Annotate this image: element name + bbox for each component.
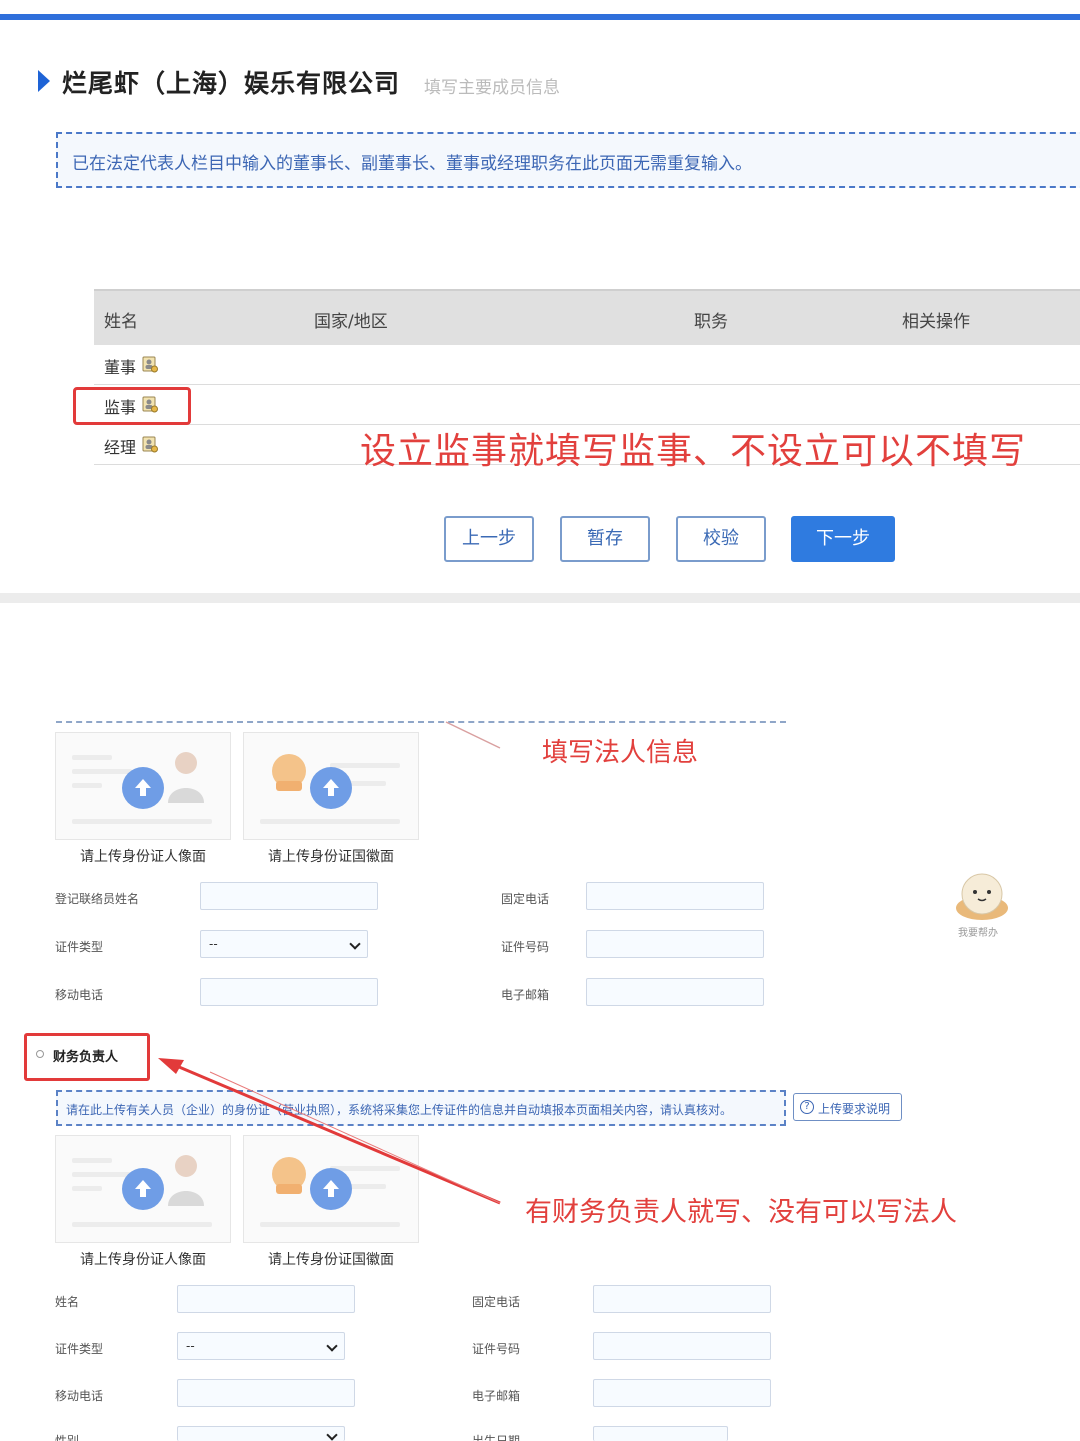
finance-section-title: 财务负责人 bbox=[53, 1050, 119, 1065]
finance-name-input[interactable] bbox=[177, 1285, 355, 1313]
arrow-head-icon bbox=[158, 1058, 184, 1074]
select-value: -- bbox=[186, 1339, 195, 1353]
notice-text: 已在法定代表人栏目中输入的董事长、副董事长、董事或经理职务在此页面无需重复输入。 bbox=[72, 154, 752, 174]
page-subtitle: 填写主要成员信息 bbox=[424, 78, 560, 98]
person-add-icon[interactable] bbox=[142, 355, 158, 373]
question-icon: ? bbox=[800, 1100, 814, 1114]
finance-id-no-label: 证件号码 bbox=[472, 1342, 521, 1356]
finance-id-no-input[interactable] bbox=[593, 1332, 771, 1360]
column-header-position: 职务 bbox=[694, 312, 728, 332]
finance-birth-label: 出生日期 bbox=[472, 1434, 521, 1441]
row-label: 经理 bbox=[104, 438, 137, 457]
top-accent-line bbox=[0, 14, 1080, 20]
contact-id-no-input[interactable] bbox=[586, 930, 764, 958]
column-header-country: 国家/地区 bbox=[314, 312, 388, 332]
finance-id-back-caption: 请上传身份证国徽面 bbox=[268, 1252, 394, 1268]
person-silhouette-icon bbox=[168, 752, 204, 803]
upload-icon[interactable] bbox=[310, 1168, 352, 1210]
prev-step-button[interactable]: 上一步 bbox=[444, 516, 534, 562]
finance-id-back-upload-card[interactable] bbox=[243, 1135, 419, 1243]
table-row-director[interactable]: 董事 bbox=[94, 345, 1080, 385]
upload-requirement-label: 上传要求说明 bbox=[818, 1102, 891, 1116]
contact-id-type-label: 证件类型 bbox=[55, 940, 104, 954]
contact-id-no-label: 证件号码 bbox=[501, 940, 550, 954]
contact-phone-input[interactable] bbox=[586, 882, 764, 910]
finance-id-front-caption: 请上传身份证人像面 bbox=[80, 1252, 206, 1268]
contact-phone-label: 固定电话 bbox=[501, 892, 550, 906]
chevron-down-icon bbox=[326, 1429, 338, 1441]
finance-id-front-upload-card[interactable] bbox=[55, 1135, 231, 1243]
supervisor-annotation: 设立监事就填写监事、不设立可以不填写 bbox=[360, 431, 1027, 472]
contact-name-label: 登记联络员姓名 bbox=[55, 892, 140, 906]
emblem-icon bbox=[272, 754, 306, 791]
person-silhouette-icon bbox=[168, 1155, 204, 1206]
mascot-icon bbox=[956, 873, 1008, 920]
finance-email-input[interactable] bbox=[593, 1379, 771, 1407]
top-bar bbox=[0, 0, 1080, 22]
table-header: 姓名 国家/地区 职务 相关操作 bbox=[94, 289, 1080, 345]
person-add-icon[interactable] bbox=[142, 435, 158, 453]
section-radio-icon bbox=[36, 1050, 44, 1058]
id-front-upload-card[interactable] bbox=[55, 732, 231, 840]
id-back-caption: 请上传身份证国徽面 bbox=[268, 849, 394, 865]
upload-icon[interactable] bbox=[310, 767, 352, 809]
upload-notice-text: 请在此上传有关人员（企业）的身份证（营业执照），系统将采集您上传证件的信息并自动… bbox=[66, 1103, 733, 1117]
finance-gender-label: 性别 bbox=[55, 1434, 80, 1441]
column-header-actions: 相关操作 bbox=[902, 312, 970, 332]
finance-mobile-label: 移动电话 bbox=[55, 1389, 104, 1403]
contact-mobile-input[interactable] bbox=[200, 978, 378, 1006]
finance-mobile-input[interactable] bbox=[177, 1379, 355, 1407]
finance-gender-select[interactable] bbox=[177, 1426, 345, 1441]
chevron-down-icon bbox=[326, 1340, 338, 1352]
upload-requirement-button[interactable]: ? 上传要求说明 bbox=[793, 1093, 902, 1121]
row-label: 董事 bbox=[104, 358, 137, 377]
finance-birth-input[interactable] bbox=[593, 1426, 728, 1441]
column-header-name: 姓名 bbox=[104, 312, 138, 332]
title-marker-icon bbox=[38, 70, 50, 92]
upload-icon[interactable] bbox=[122, 1168, 164, 1210]
finance-name-label: 姓名 bbox=[55, 1295, 80, 1309]
finance-email-label: 电子邮箱 bbox=[472, 1389, 521, 1403]
supervisor-highlight-box bbox=[73, 387, 191, 425]
contact-mobile-label: 移动电话 bbox=[55, 988, 104, 1002]
finance-phone-input[interactable] bbox=[593, 1285, 771, 1313]
validate-button[interactable]: 校验 bbox=[676, 516, 766, 562]
finance-phone-label: 固定电话 bbox=[472, 1295, 521, 1309]
finance-annotation: 有财务负责人就写、没有可以写法人 bbox=[525, 1197, 957, 1228]
select-value: -- bbox=[209, 937, 218, 951]
section-divider bbox=[0, 593, 1080, 603]
notice-banner: 已在法定代表人栏目中输入的董事长、副董事长、董事或经理职务在此页面无需重复输入。 bbox=[56, 132, 1080, 188]
table-row-supervisor[interactable]: 监事 bbox=[94, 385, 1080, 425]
id-back-upload-card[interactable] bbox=[243, 732, 419, 840]
legal-person-annotation: 填写法人信息 bbox=[542, 738, 699, 768]
upload-notice-banner: 请在此上传有关人员（企业）的身份证（营业执照），系统将采集您上传证件的信息并自动… bbox=[56, 1090, 786, 1126]
contact-id-type-select[interactable]: -- bbox=[200, 930, 368, 958]
next-step-button[interactable]: 下一步 bbox=[791, 516, 895, 562]
contact-email-input[interactable] bbox=[586, 978, 764, 1006]
save-draft-button[interactable]: 暂存 bbox=[560, 516, 650, 562]
dashed-separator bbox=[56, 721, 786, 723]
finance-id-type-select[interactable]: -- bbox=[177, 1332, 345, 1360]
contact-name-input[interactable] bbox=[200, 882, 378, 910]
id-front-caption: 请上传身份证人像面 bbox=[80, 849, 206, 865]
legal-person-pointer-line bbox=[445, 721, 501, 749]
emblem-icon bbox=[272, 1157, 306, 1194]
contact-email-label: 电子邮箱 bbox=[501, 988, 550, 1002]
help-assistant-label: 我要帮办 bbox=[958, 928, 998, 939]
upload-icon[interactable] bbox=[122, 767, 164, 809]
finance-id-type-label: 证件类型 bbox=[55, 1342, 104, 1356]
chevron-down-icon bbox=[349, 938, 361, 950]
company-name: 烂尾虾（上海）娱乐有限公司 bbox=[62, 69, 401, 98]
